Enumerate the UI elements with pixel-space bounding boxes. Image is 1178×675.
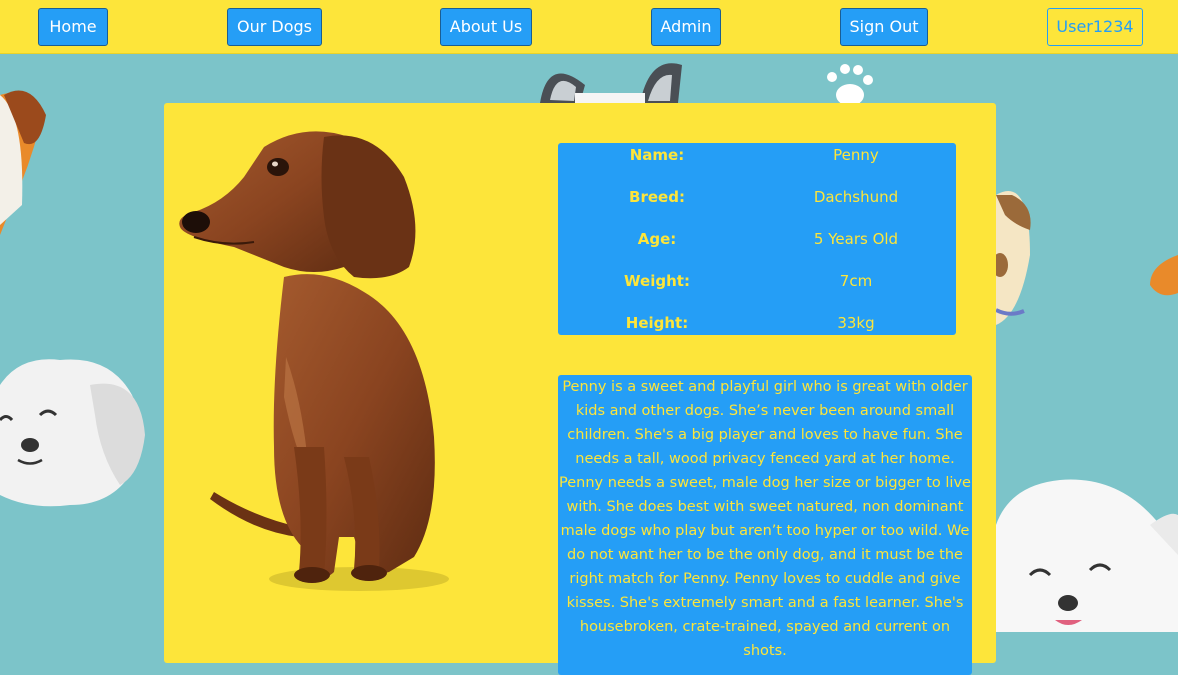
bg-husky-ears-top <box>540 63 682 103</box>
height-value: 33kg <box>837 314 875 332</box>
nav-our-dogs-button[interactable]: Our Dogs <box>227 8 322 46</box>
nav-about-us-button[interactable]: About Us <box>440 8 532 46</box>
weight-value: 7cm <box>839 272 873 290</box>
weight-label: Weight: <box>624 272 690 290</box>
top-navbar: Home Our Dogs About Us Admin Sign Out Us… <box>0 0 1178 54</box>
name-value: Penny <box>833 146 879 164</box>
info-row-name: Name: Penny <box>558 143 956 167</box>
dog-info-table: Name: Penny Breed: Dachshund Age: 5 Year… <box>558 143 956 335</box>
dog-bio-text: Penny is a sweet and playful girl who is… <box>558 375 972 675</box>
dachshund-photo <box>179 131 449 591</box>
dog-profile-card: Name: Penny Breed: Dachshund Age: 5 Year… <box>164 103 996 675</box>
age-label: Age: <box>637 230 677 248</box>
breed-value: Dachshund <box>813 188 899 206</box>
user-account-button[interactable]: User1234 <box>1047 8 1143 46</box>
info-row-age: Age: 5 Years Old <box>558 227 956 251</box>
nav-sign-out-button[interactable]: Sign Out <box>840 8 928 46</box>
bg-pug-right <box>992 191 1031 325</box>
info-row-height: Height: 33kg <box>558 311 956 335</box>
nav-home-button[interactable]: Home <box>38 8 108 46</box>
height-label: Height: <box>625 314 689 332</box>
info-row-weight: Weight: 7cm <box>558 269 956 293</box>
info-row-breed: Breed: Dachshund <box>558 185 956 209</box>
bg-orange-ear-right <box>1150 255 1178 296</box>
name-label: Name: <box>629 146 685 164</box>
bg-orange-dog-left <box>0 90 46 235</box>
nav-admin-button[interactable]: Admin <box>651 8 721 46</box>
bg-spitz-bottom-right <box>996 479 1178 632</box>
bg-paw-print <box>827 64 873 106</box>
bg-maltese-left <box>0 359 145 507</box>
breed-label: Breed: <box>629 188 685 206</box>
age-value: 5 Years Old <box>813 230 899 248</box>
